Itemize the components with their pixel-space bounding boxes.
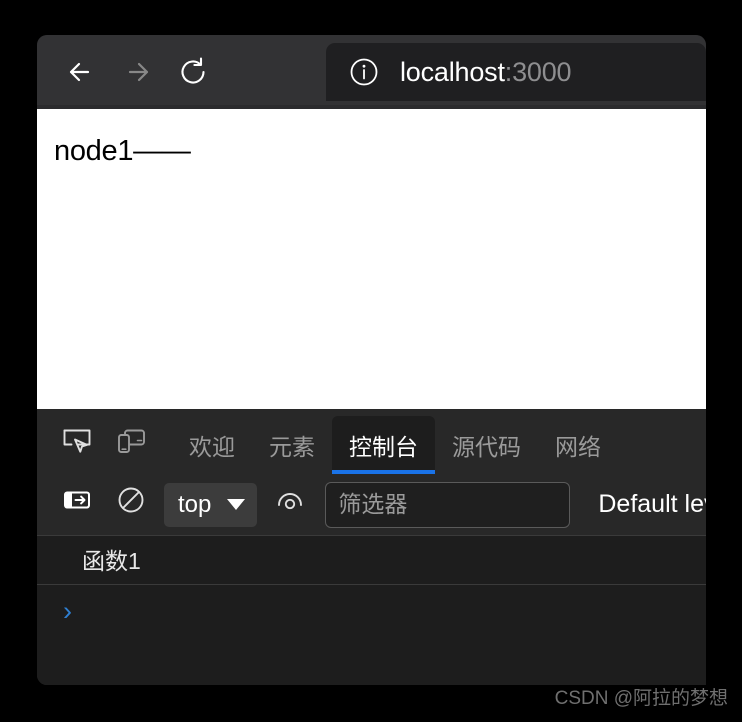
device-toolbar-button[interactable] bbox=[104, 416, 158, 470]
reload-icon bbox=[175, 54, 211, 90]
screen-root: localhost:3000 node1—— 欢迎 元素 控制台 源代码 网络 … bbox=[0, 0, 742, 722]
address-bar[interactable]: localhost:3000 bbox=[326, 43, 706, 101]
arrow-left-icon bbox=[63, 54, 99, 90]
tab-console[interactable]: 控制台 bbox=[332, 416, 435, 474]
address-port: :3000 bbox=[504, 56, 572, 87]
tab-sources-label: 源代码 bbox=[452, 434, 521, 460]
console-filter-input[interactable] bbox=[325, 481, 571, 528]
chevron-down-icon bbox=[227, 499, 246, 510]
devtools-tabbar: 欢迎 元素 控制台 源代码 网络 bbox=[37, 409, 706, 474]
back-button[interactable] bbox=[53, 44, 109, 100]
tab-console-label: 控制台 bbox=[349, 434, 418, 460]
page-title: node1—— bbox=[54, 135, 191, 167]
console-level-selector[interactable]: Default lev bbox=[598, 490, 706, 519]
tab-sources[interactable]: 源代码 bbox=[435, 416, 538, 474]
toolbar-divider bbox=[37, 105, 706, 109]
arrow-right-icon bbox=[119, 54, 155, 90]
console-context-label: top bbox=[178, 490, 212, 518]
tab-elements-label: 元素 bbox=[269, 434, 315, 460]
browser-toolbar: localhost:3000 bbox=[37, 35, 706, 109]
browser-window: localhost:3000 node1—— 欢迎 元素 控制台 源代码 网络 … bbox=[37, 35, 706, 685]
inspect-element-button[interactable] bbox=[50, 416, 104, 470]
inspect-element-icon bbox=[60, 424, 94, 463]
reload-button[interactable] bbox=[165, 44, 221, 100]
forward-button[interactable] bbox=[109, 44, 165, 100]
console-context-selector[interactable]: top bbox=[164, 482, 258, 527]
tab-elements[interactable]: 元素 bbox=[252, 416, 332, 474]
tab-network-label: 网络 bbox=[555, 434, 601, 460]
console-output[interactable]: 函数1 › bbox=[37, 536, 706, 685]
console-input-prompt[interactable]: › bbox=[37, 585, 706, 637]
tab-welcome[interactable]: 欢迎 bbox=[172, 416, 252, 474]
clear-console-icon bbox=[116, 485, 146, 520]
device-toolbar-icon bbox=[114, 424, 148, 463]
devtools-panel: 欢迎 元素 控制台 源代码 网络 top 筛选器 Default lev 函数1… bbox=[37, 409, 706, 685]
show-console-sidebar-icon bbox=[62, 485, 92, 520]
console-level-label: Default lev bbox=[598, 490, 706, 518]
tab-welcome-label: 欢迎 bbox=[189, 434, 235, 460]
prompt-caret-icon: › bbox=[63, 595, 72, 626]
clear-console-button[interactable] bbox=[104, 476, 158, 530]
console-message-row[interactable]: 函数1 bbox=[37, 536, 706, 585]
watermark: CSDN @阿拉的梦想 bbox=[554, 688, 728, 709]
address-host: localhost bbox=[400, 56, 505, 87]
eye-icon bbox=[275, 485, 305, 520]
page-viewport: node1—— bbox=[37, 109, 706, 409]
console-sidebar-button[interactable] bbox=[50, 476, 104, 530]
live-expression-button[interactable] bbox=[263, 476, 317, 530]
info-circle-icon[interactable] bbox=[348, 56, 380, 88]
console-toolbar: top Default lev bbox=[37, 474, 706, 536]
console-message-text: 函数1 bbox=[82, 548, 141, 574]
tab-network[interactable]: 网络 bbox=[538, 416, 618, 474]
address-bar-text: localhost:3000 bbox=[400, 56, 572, 88]
